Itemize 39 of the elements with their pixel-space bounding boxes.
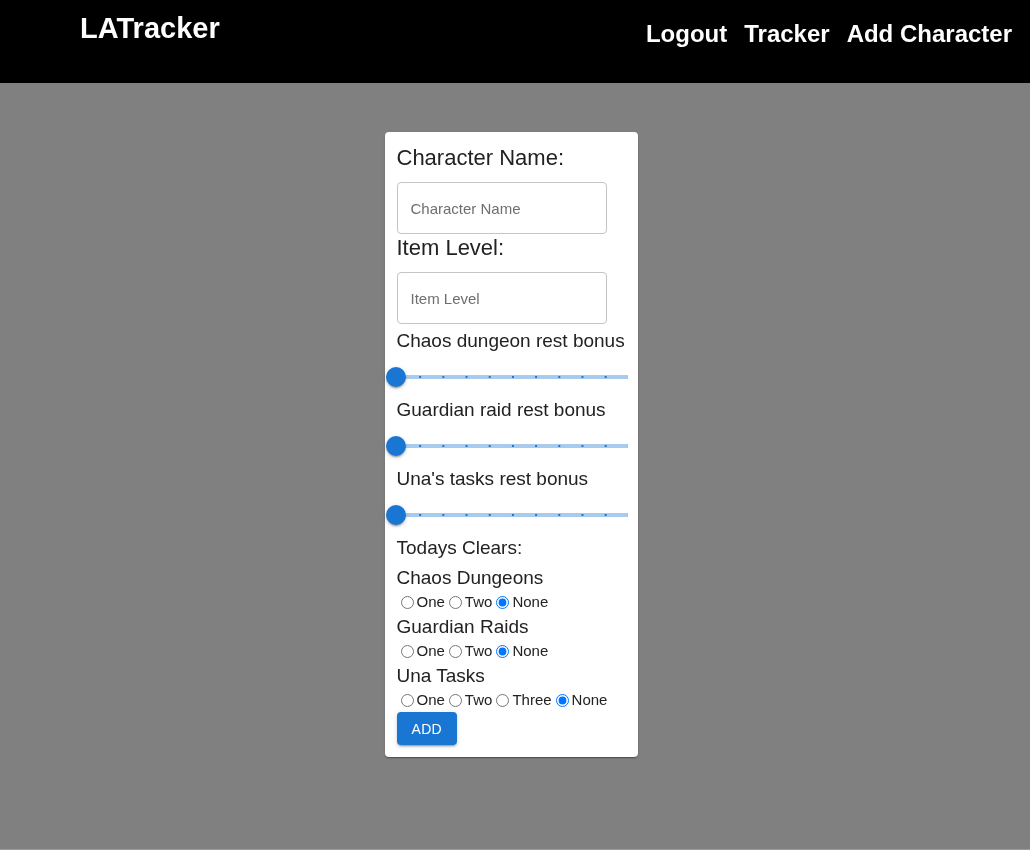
nav-link[interactable]: Tracker xyxy=(744,20,830,48)
slider-label: Guardian raid rest bonus xyxy=(396,398,607,422)
nav-link[interactable]: Logout xyxy=(645,20,728,48)
radio-label[interactable]: Two xyxy=(464,691,493,709)
radio-button[interactable] xyxy=(555,693,569,707)
app-title: LATracker xyxy=(80,11,220,45)
field-label: Item Level: xyxy=(396,234,506,262)
radio-button[interactable] xyxy=(448,693,462,707)
section-title: Todays Clears: xyxy=(396,536,524,560)
slider-label: Una's tasks rest bonus xyxy=(396,467,590,491)
radio-button[interactable] xyxy=(448,644,462,658)
radio-label[interactable]: One xyxy=(416,691,445,709)
add-button[interactable]: ADD xyxy=(396,712,457,745)
slider-label: Chaos dungeon rest bonus xyxy=(396,329,626,353)
radio-button[interactable] xyxy=(448,595,462,609)
radio-button[interactable] xyxy=(400,595,414,609)
radio-label[interactable]: One xyxy=(416,593,445,611)
radio-label[interactable]: Two xyxy=(464,642,493,660)
text-field[interactable]: Item Level xyxy=(396,272,607,324)
radio-label[interactable]: One xyxy=(416,642,445,660)
radio-button[interactable] xyxy=(496,693,510,707)
radio-label[interactable]: Two xyxy=(464,593,493,611)
field-label: Character Name: xyxy=(396,144,565,172)
text-field[interactable]: Character Name xyxy=(396,182,607,234)
slider-thumb[interactable] xyxy=(385,436,406,456)
radio-button[interactable] xyxy=(496,595,510,609)
radio-button[interactable] xyxy=(400,644,414,658)
slider-thumb[interactable] xyxy=(385,367,406,387)
radio-label[interactable]: Three xyxy=(512,691,552,709)
group-label: Una Tasks xyxy=(396,664,486,688)
group-label: Guardian Raids xyxy=(396,615,530,639)
radio-button[interactable] xyxy=(496,644,510,658)
radio-label[interactable]: None xyxy=(512,642,549,660)
group-label: Chaos Dungeons xyxy=(396,566,545,590)
nav-link[interactable]: Add Character xyxy=(846,20,1012,48)
radio-label[interactable]: None xyxy=(571,691,608,709)
radio-label[interactable]: None xyxy=(512,593,549,611)
slider-thumb[interactable] xyxy=(385,505,406,525)
radio-button[interactable] xyxy=(400,693,414,707)
